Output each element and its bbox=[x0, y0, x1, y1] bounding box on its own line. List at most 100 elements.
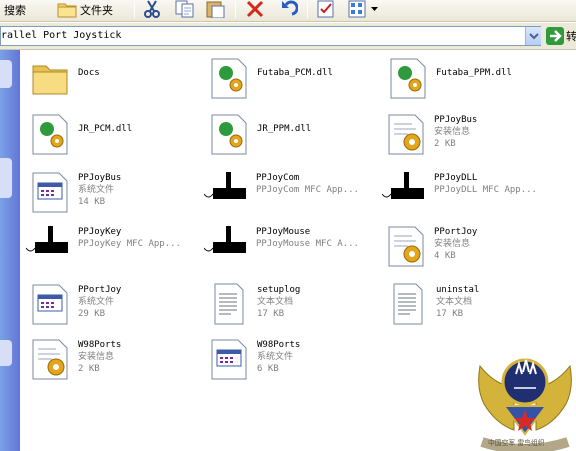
paste-button[interactable] bbox=[205, 0, 227, 20]
setup-info-icon bbox=[386, 112, 426, 156]
checkmark-properties-icon bbox=[316, 0, 336, 21]
file-item[interactable]: JR_PCM.dll bbox=[30, 112, 200, 158]
file-type: 系统文件 bbox=[78, 185, 115, 195]
chevron-down-icon bbox=[529, 33, 539, 40]
go-label: 转 bbox=[566, 30, 576, 43]
paste-icon bbox=[205, 0, 227, 21]
undo-icon bbox=[276, 0, 299, 21]
emblem-text: 中国空军 雷鸟组织 bbox=[488, 438, 545, 447]
file-item[interactable]: PPortJoy 系统文件 29 KB bbox=[30, 282, 200, 328]
folders-label: 文件夹 bbox=[80, 4, 113, 17]
file-name: JR_PCM.dll bbox=[78, 124, 133, 134]
file-size: 2 KB bbox=[434, 139, 456, 149]
go-arrow-icon bbox=[546, 27, 564, 45]
address-dropdown-button[interactable] bbox=[525, 27, 541, 45]
file-item[interactable]: JR_PPM.dll bbox=[209, 112, 379, 158]
file-type: PPJoyMouse MFC A... bbox=[256, 239, 359, 249]
joystick-icon bbox=[203, 224, 246, 268]
file-type: 安装信息 bbox=[434, 127, 471, 137]
file-name: PPJoyBus bbox=[434, 115, 478, 125]
file-item[interactable]: setuplog 文本文档 17 KB bbox=[209, 282, 379, 328]
file-type: 安装信息 bbox=[78, 352, 115, 362]
file-item[interactable]: W98Ports 安装信息 2 KB bbox=[30, 337, 200, 383]
file-item[interactable]: Futaba_PCM.dll bbox=[209, 56, 379, 102]
file-type: 系统文件 bbox=[257, 352, 294, 362]
task-pane-section[interactable] bbox=[0, 340, 12, 366]
file-item[interactable]: Docs bbox=[30, 56, 200, 102]
task-pane bbox=[0, 50, 20, 451]
file-size: 14 KB bbox=[78, 197, 106, 207]
folder-icon bbox=[30, 56, 70, 100]
folder-icon bbox=[57, 0, 77, 21]
file-type: 安装信息 bbox=[434, 239, 471, 249]
address-path: rallel Port Joystick bbox=[1, 30, 122, 41]
task-pane-section[interactable] bbox=[0, 60, 12, 88]
undo-button[interactable] bbox=[276, 0, 299, 21]
file-name: W98Ports bbox=[257, 340, 301, 350]
file-name: JR_PPM.dll bbox=[257, 124, 312, 134]
file-type: 文本文档 bbox=[257, 297, 294, 307]
file-name: PPJoyKey bbox=[78, 227, 122, 237]
task-pane-section[interactable] bbox=[0, 158, 12, 198]
file-item[interactable]: uninstal 文本文档 17 KB bbox=[388, 282, 558, 328]
file-name: PPJoyBus bbox=[78, 173, 122, 183]
file-item[interactable]: PPortJoy 安装信息 4 KB bbox=[386, 224, 556, 270]
file-name: PPJoyMouse bbox=[256, 227, 311, 237]
air-force-emblem: 中国空军 雷鸟组织 bbox=[474, 344, 576, 451]
file-type: PPJoyCom MFC App... bbox=[256, 185, 359, 195]
file-size: 4 KB bbox=[434, 251, 456, 261]
folders-button[interactable]: 文件夹 bbox=[57, 0, 113, 20]
joystick-icon bbox=[203, 170, 246, 214]
go-button[interactable]: 转 bbox=[546, 27, 576, 45]
file-name: PPortJoy bbox=[78, 285, 122, 295]
file-name: setuplog bbox=[257, 285, 301, 295]
file-size: 6 KB bbox=[257, 364, 279, 374]
file-size: 29 KB bbox=[78, 309, 106, 319]
file-item[interactable]: PPJoyKey PPJoyKey MFC App... bbox=[25, 224, 196, 270]
file-item[interactable]: PPJoyBus 系统文件 14 KB bbox=[30, 170, 200, 216]
delete-x-icon bbox=[245, 0, 265, 21]
file-size: 17 KB bbox=[257, 309, 285, 319]
file-item[interactable]: W98Ports 系统文件 6 KB bbox=[209, 337, 379, 383]
joystick-icon bbox=[381, 170, 424, 214]
file-item[interactable]: PPJoyCom PPJoyCom MFC App... bbox=[203, 170, 374, 216]
file-name: PPJoyCom bbox=[256, 173, 300, 183]
dll-gear-icon bbox=[388, 56, 428, 100]
file-item[interactable]: PPJoyMouse PPJoyMouse MFC A... bbox=[203, 224, 374, 270]
system-file-icon bbox=[30, 170, 70, 214]
text-document-icon bbox=[388, 282, 428, 326]
file-size: 17 KB bbox=[436, 309, 464, 319]
file-name: Futaba_PCM.dll bbox=[257, 68, 333, 78]
file-type: PPJoyDLL MFC App... bbox=[434, 185, 537, 195]
joystick-icon bbox=[25, 224, 68, 268]
scissors-icon bbox=[142, 0, 162, 21]
file-name: Futaba_PPM.dll bbox=[436, 68, 512, 78]
cut-button[interactable] bbox=[142, 0, 162, 20]
views-grid-icon bbox=[347, 0, 369, 21]
address-bar: rallel Port Joystick 转 bbox=[0, 23, 576, 50]
text-document-icon bbox=[209, 282, 249, 326]
file-name: PPortJoy bbox=[434, 227, 478, 237]
file-item[interactable]: Futaba_PPM.dll bbox=[388, 56, 558, 102]
file-name: PPJoyDLL bbox=[434, 173, 478, 183]
file-item[interactable]: PPJoyDLL PPJoyDLL MFC App... bbox=[381, 170, 552, 216]
file-item[interactable]: PPJoyBus 安装信息 2 KB bbox=[386, 112, 556, 158]
system-file-icon bbox=[30, 282, 70, 326]
system-file-icon bbox=[209, 337, 249, 381]
search-label: 搜索 bbox=[4, 4, 26, 17]
properties-button[interactable] bbox=[316, 0, 336, 20]
file-size: 2 KB bbox=[78, 364, 100, 374]
copy-button[interactable] bbox=[174, 0, 196, 20]
setup-info-icon bbox=[30, 337, 70, 381]
file-type: PPJoyKey MFC App... bbox=[78, 239, 181, 249]
toolbar: 搜索 文件夹 bbox=[0, 0, 576, 22]
views-button[interactable] bbox=[347, 0, 378, 20]
address-input[interactable]: rallel Port Joystick bbox=[0, 26, 541, 46]
file-type: 文本文档 bbox=[436, 297, 473, 307]
search-button[interactable]: 搜索 bbox=[0, 0, 26, 20]
file-name: Docs bbox=[78, 68, 100, 78]
dll-gear-icon bbox=[209, 56, 249, 100]
file-type: 系统文件 bbox=[78, 297, 115, 307]
delete-button[interactable] bbox=[245, 0, 265, 20]
views-dropdown-icon[interactable] bbox=[371, 5, 378, 15]
